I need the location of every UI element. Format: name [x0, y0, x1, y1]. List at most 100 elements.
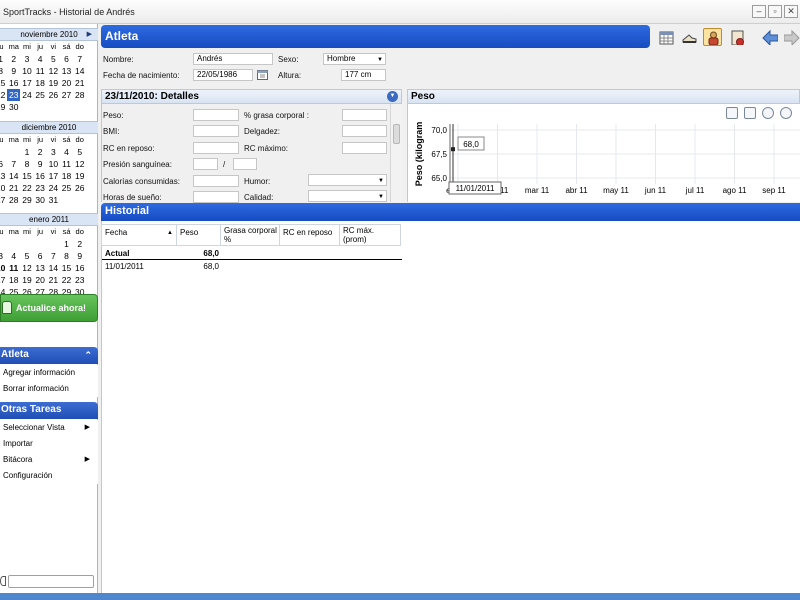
calendar-day[interactable]: 6 [60, 53, 73, 65]
calendar-day[interactable]: 26 [47, 89, 60, 101]
calendar-day[interactable]: 19 [47, 77, 60, 89]
calendar-day[interactable]: 22 [20, 182, 33, 194]
calendar-view-icon[interactable] [656, 28, 675, 46]
task-item[interactable]: Bitácora ▶ [0, 452, 98, 468]
calendar-day[interactable]: 25 [60, 182, 73, 194]
task-item[interactable]: Agregar información [0, 365, 98, 381]
calendar-day[interactable]: 22 [60, 274, 73, 286]
calendar-day[interactable]: 30 [34, 194, 47, 206]
calendar-day[interactable]: 5 [47, 53, 60, 65]
calories-field[interactable] [193, 175, 239, 187]
weight-field[interactable] [193, 109, 239, 121]
calendar-day[interactable]: 17 [20, 77, 33, 89]
sex-select[interactable]: Hombre ▼ [323, 53, 386, 65]
task-item[interactable]: Seleccionar Vista ▶ [0, 420, 98, 436]
rest-hr-field[interactable] [193, 142, 239, 154]
max-hr-field[interactable] [342, 142, 387, 154]
sleep-hours-field[interactable] [193, 191, 239, 203]
maximize-button[interactable]: ▫ [768, 5, 782, 18]
calendar-day[interactable]: 10 [20, 65, 33, 77]
calendar-day[interactable]: 22 [0, 89, 7, 101]
back-arrow-icon[interactable] [760, 28, 779, 46]
calendar-day[interactable]: 14 [73, 65, 86, 77]
calendar-day[interactable]: 4 [60, 146, 73, 158]
calendar-day[interactable]: 2 [73, 238, 86, 250]
calendar-day[interactable]: 13 [34, 262, 47, 274]
calendar-day[interactable]: 18 [7, 274, 20, 286]
dropdown-arrow-icon[interactable]: ▼ [378, 192, 384, 202]
task-item[interactable]: Borrar información [0, 381, 98, 397]
calendar-day[interactable]: 4 [34, 53, 47, 65]
calendar-day[interactable]: 6 [34, 250, 47, 262]
calendar-day[interactable]: 18 [60, 170, 73, 182]
calendar-day[interactable]: 17 [47, 170, 60, 182]
calendar-day[interactable]: 16 [34, 170, 47, 182]
calendar-day[interactable]: 10 [47, 158, 60, 170]
name-field[interactable]: Andrés [193, 53, 273, 65]
calendar-day[interactable]: 7 [47, 250, 60, 262]
athlete-profile-icon[interactable] [703, 28, 722, 46]
calendar-day[interactable]: 23 [73, 274, 86, 286]
systolic-field[interactable] [193, 158, 218, 170]
date-picker-icon[interactable] [256, 68, 269, 81]
calendar-day[interactable]: 27 [0, 194, 7, 206]
calendar-day[interactable]: 23 [7, 89, 21, 101]
calendar-day[interactable]: 3 [47, 146, 60, 158]
col-rest-hr[interactable]: RC en reposo [280, 224, 340, 246]
calendar-day[interactable]: 12 [47, 65, 60, 77]
task-item[interactable]: Configuración [0, 468, 98, 484]
calendar-day[interactable]: 15 [60, 262, 73, 274]
calendar-day[interactable]: 6 [0, 158, 7, 170]
calendar-day[interactable]: 2 [34, 146, 47, 158]
dob-field[interactable]: 22/05/1986 [193, 69, 253, 81]
calendar-day[interactable]: 19 [73, 170, 86, 182]
calendar-day[interactable]: 12 [20, 262, 33, 274]
mood-select[interactable]: ▼ [308, 174, 387, 186]
calendar-day[interactable]: 9 [73, 250, 86, 262]
calendar-day[interactable]: 3 [0, 250, 7, 262]
calendar-day[interactable]: 14 [47, 262, 60, 274]
bmi-field[interactable] [193, 125, 239, 137]
calendar-day[interactable]: 19 [20, 274, 33, 286]
minimize-button[interactable]: – [752, 5, 766, 18]
col-weight[interactable]: Peso [177, 224, 221, 246]
calendar-day[interactable]: 14 [7, 170, 20, 182]
calendar-day[interactable]: 16 [7, 77, 20, 89]
col-max-hr[interactable]: RC máx. (prom) [340, 224, 401, 246]
left-search-input[interactable] [8, 575, 94, 588]
col-date[interactable]: Fecha ▲ [102, 224, 177, 246]
calendar-day[interactable]: 27 [60, 89, 73, 101]
body-fat-field[interactable] [342, 109, 387, 121]
calendar-day[interactable]: 5 [73, 146, 86, 158]
calendar-day[interactable]: 2 [7, 53, 20, 65]
calendar-day[interactable]: 12 [73, 158, 86, 170]
calendar-day[interactable]: 7 [73, 53, 86, 65]
calendar-day[interactable]: 30 [7, 101, 20, 113]
calendar-day[interactable]: 3 [20, 53, 33, 65]
calendar-day[interactable]: 11 [7, 262, 20, 274]
logbook-icon[interactable] [727, 28, 746, 46]
calendar-day[interactable]: 31 [47, 194, 60, 206]
calendar-day[interactable]: 24 [20, 89, 33, 101]
forward-arrow-icon[interactable] [783, 28, 800, 46]
calendar-day[interactable]: 29 [20, 194, 33, 206]
calendar-day[interactable]: 18 [34, 77, 47, 89]
calendar-day[interactable]: 4 [7, 250, 20, 262]
calendar-day[interactable]: 29 [0, 101, 7, 113]
calendar-day[interactable]: 9 [7, 65, 20, 77]
calendar-day[interactable]: 7 [7, 158, 20, 170]
close-button[interactable]: ✕ [784, 5, 798, 18]
calendar-day[interactable]: 8 [0, 65, 7, 77]
calendar-day[interactable]: 5 [20, 250, 33, 262]
calendar-day[interactable]: 8 [60, 250, 73, 262]
calendar-day[interactable]: 8 [20, 158, 33, 170]
calendar-day[interactable]: 1 [0, 53, 7, 65]
calendar-day[interactable]: 23 [34, 182, 47, 194]
col-body-fat[interactable]: Grasa corporal % [221, 224, 280, 246]
calendar-day[interactable]: 21 [7, 182, 20, 194]
calendar-day[interactable]: 28 [7, 194, 20, 206]
calendar-day[interactable]: 20 [0, 182, 7, 194]
calendar-day[interactable]: 9 [34, 158, 47, 170]
calendar-day[interactable]: 20 [60, 77, 73, 89]
details-scrollbar[interactable] [390, 104, 402, 202]
